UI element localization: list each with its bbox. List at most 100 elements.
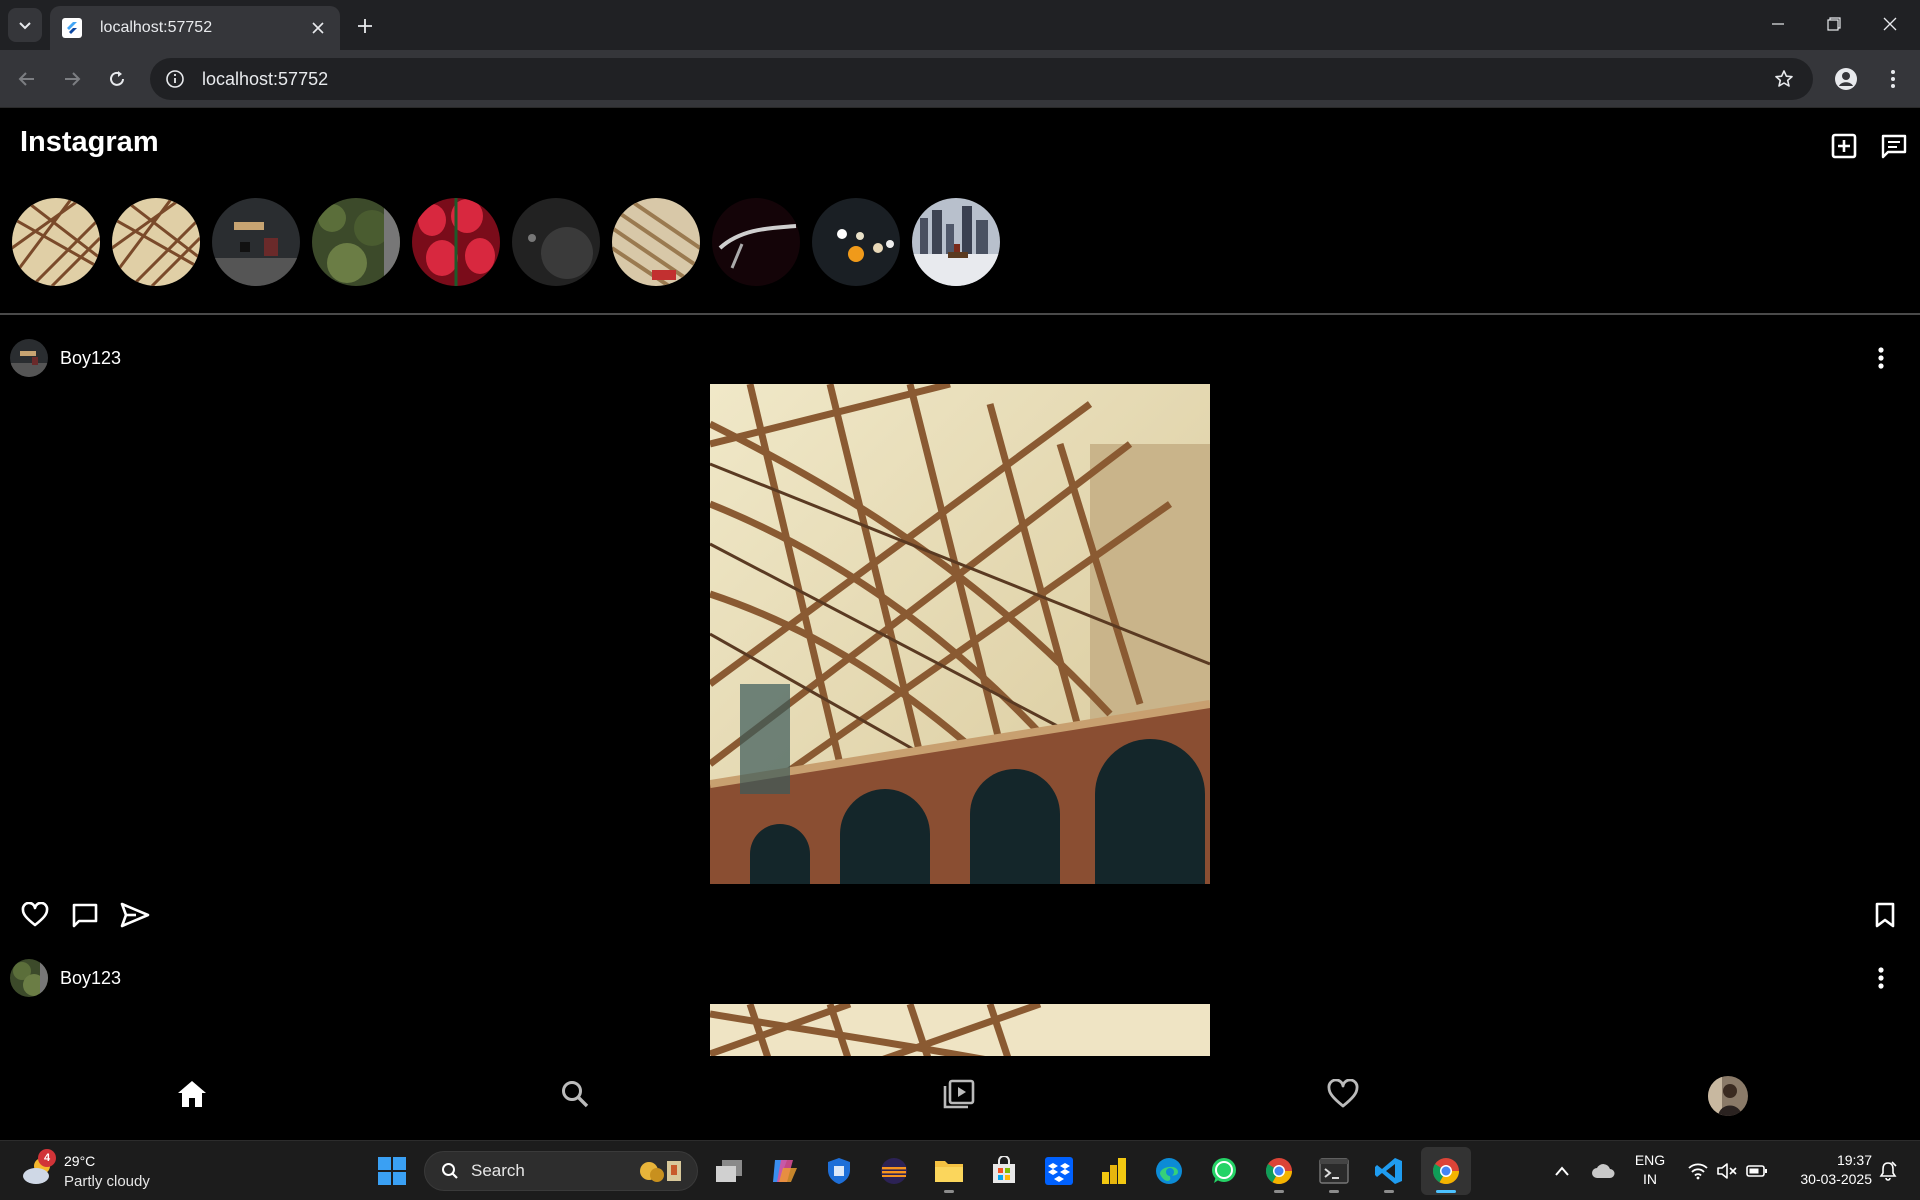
- like-button[interactable]: [18, 898, 52, 932]
- story-bubble[interactable]: [12, 198, 100, 286]
- share-button[interactable]: [118, 898, 152, 932]
- battery-tray[interactable]: [1743, 1155, 1771, 1187]
- browser-tab[interactable]: localhost:57752: [50, 6, 340, 50]
- story-bubble[interactable]: [812, 198, 900, 286]
- story-bubble[interactable]: [212, 198, 300, 286]
- active-indicator: [1436, 1190, 1456, 1193]
- add-post-button[interactable]: [1828, 130, 1860, 162]
- save-button[interactable]: [1868, 898, 1902, 932]
- minimize-button[interactable]: [1758, 6, 1798, 42]
- story-thumbnail: [12, 198, 100, 286]
- eclipse-app[interactable]: [874, 1151, 914, 1191]
- avatar[interactable]: [10, 339, 48, 377]
- search-label: Search: [471, 1161, 525, 1180]
- restore-button[interactable]: [1814, 6, 1854, 42]
- avatar[interactable]: [10, 959, 48, 997]
- messages-button[interactable]: [1878, 130, 1910, 162]
- bookmark-star-icon[interactable]: [1767, 62, 1801, 96]
- taskbar-search[interactable]: Search: [424, 1151, 698, 1191]
- notifications-button[interactable]: [1876, 1155, 1900, 1187]
- story-thumbnail: [812, 198, 900, 286]
- post-options-button[interactable]: [1866, 343, 1896, 373]
- volume-tray[interactable]: [1713, 1155, 1741, 1187]
- story-bubble[interactable]: [512, 198, 600, 286]
- story-bubble[interactable]: [912, 198, 1000, 286]
- more-vertical-icon: [1891, 70, 1895, 88]
- home-icon: [178, 1081, 206, 1107]
- show-hidden-icons-button[interactable]: [1550, 1155, 1574, 1187]
- comment-button[interactable]: [68, 898, 102, 932]
- file-explorer-app[interactable]: [929, 1151, 969, 1193]
- onedrive-tray[interactable]: [1588, 1155, 1618, 1187]
- start-button[interactable]: [374, 1153, 410, 1189]
- terminal-app[interactable]: [1314, 1151, 1354, 1193]
- story-bubble[interactable]: [112, 198, 200, 286]
- app-title: Instagram: [20, 126, 159, 158]
- chrome-active-app[interactable]: [1426, 1151, 1466, 1193]
- story-thumbnail: [712, 198, 800, 286]
- dropbox-app[interactable]: [1039, 1151, 1079, 1191]
- post-options-button[interactable]: [1866, 963, 1896, 993]
- microsoft-store-app[interactable]: [984, 1151, 1024, 1191]
- security-app[interactable]: [819, 1151, 859, 1191]
- profile-button[interactable]: [1829, 62, 1863, 96]
- forward-button[interactable]: [55, 62, 89, 96]
- nav-home[interactable]: [170, 1072, 214, 1116]
- weather-widget[interactable]: 4 29°C Partly cloudy: [22, 1149, 172, 1193]
- task-view-app[interactable]: [709, 1151, 749, 1191]
- cloud-icon: [1592, 1164, 1615, 1178]
- nav-reels[interactable]: [937, 1072, 981, 1116]
- tab-search-button[interactable]: [8, 8, 42, 42]
- input-language[interactable]: ENG IN: [1630, 1151, 1670, 1189]
- close-window-button[interactable]: [1870, 6, 1910, 42]
- chrome-icon: [1265, 1158, 1293, 1185]
- edge-icon: [1156, 1158, 1182, 1184]
- story-bubble[interactable]: [712, 198, 800, 286]
- site-info-icon[interactable]: [164, 68, 186, 90]
- nav-profile-avatar[interactable]: [1708, 1076, 1748, 1116]
- post-image[interactable]: [710, 384, 1210, 884]
- copilot-app[interactable]: [764, 1151, 804, 1191]
- url-text[interactable]: localhost:57752: [202, 69, 1767, 90]
- post-username[interactable]: Boy123: [60, 968, 121, 989]
- post-image[interactable]: [710, 1004, 1210, 1056]
- reload-icon: [110, 71, 124, 86]
- new-tab-button[interactable]: [350, 11, 380, 41]
- edge-app[interactable]: [1149, 1151, 1189, 1191]
- chrome-app[interactable]: [1259, 1151, 1299, 1193]
- wifi-tray[interactable]: [1684, 1155, 1712, 1187]
- post-username[interactable]: Boy123: [60, 348, 121, 369]
- story-bubble[interactable]: [612, 198, 700, 286]
- browser-tab-bar: localhost:57752: [0, 0, 1920, 50]
- story-bubble[interactable]: [412, 198, 500, 286]
- story-thumbnail: [912, 198, 1000, 286]
- post-actions: [0, 894, 1920, 934]
- story-thumbnail: [412, 198, 500, 286]
- story-bubble[interactable]: [312, 198, 400, 286]
- task-view-icon: [716, 1160, 742, 1182]
- language-code: ENG: [1634, 1152, 1666, 1168]
- back-button[interactable]: [10, 62, 44, 96]
- person-icon: [1835, 68, 1857, 90]
- region-code: IN: [1643, 1171, 1657, 1187]
- stories-row: [12, 198, 1000, 288]
- nav-activity[interactable]: [1321, 1072, 1365, 1116]
- system-clock[interactable]: 19:37 30-03-2025: [1776, 1151, 1872, 1189]
- whatsapp-app[interactable]: [1204, 1151, 1244, 1191]
- terminal-icon: [1319, 1158, 1349, 1184]
- flutter-favicon-icon: [62, 18, 82, 38]
- vscode-icon: [1375, 1158, 1402, 1184]
- vscode-app[interactable]: [1369, 1151, 1409, 1193]
- plus-icon: [358, 19, 372, 33]
- reload-button[interactable]: [100, 62, 134, 96]
- nav-search[interactable]: [553, 1072, 597, 1116]
- power-bi-app[interactable]: [1094, 1151, 1134, 1191]
- chevron-down-icon: [19, 22, 31, 30]
- weather-temperature: 29°C: [64, 1153, 96, 1169]
- post-header: Boy123: [0, 957, 1920, 1001]
- battery-icon: [1746, 1165, 1767, 1177]
- address-bar[interactable]: localhost:57752: [150, 58, 1813, 100]
- browser-menu-button[interactable]: [1876, 62, 1910, 96]
- windows-logo-icon: [378, 1157, 406, 1185]
- close-tab-icon[interactable]: [306, 16, 330, 40]
